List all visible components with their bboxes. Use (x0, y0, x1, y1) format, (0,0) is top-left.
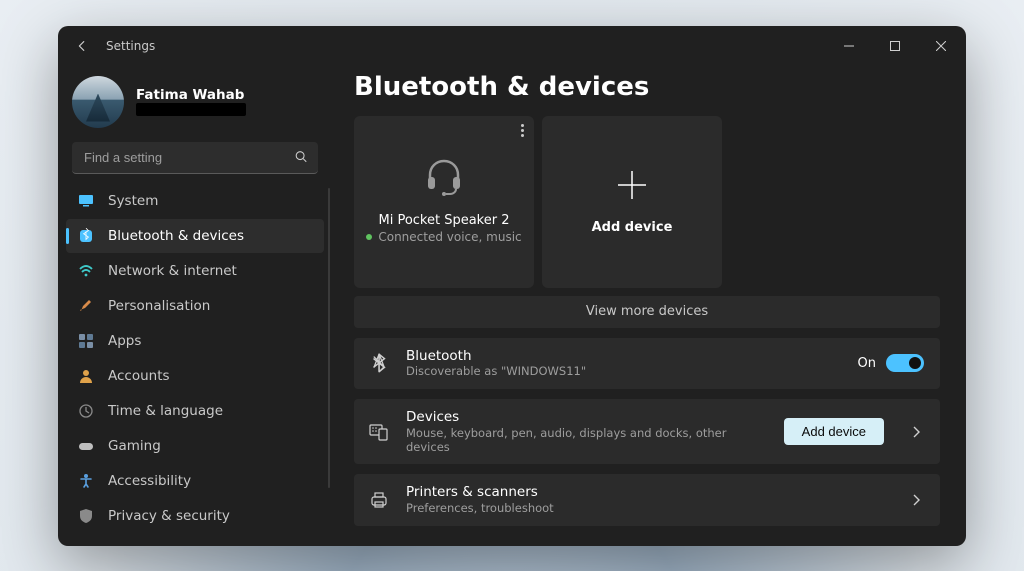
nav-label: Time & language (108, 403, 223, 419)
globe-clock-icon (78, 403, 94, 419)
search-input[interactable] (72, 142, 318, 174)
devices-row-texts: Devices Mouse, keyboard, pen, audio, dis… (406, 409, 768, 455)
device-status: Connected voice, music (366, 230, 521, 244)
bluetooth-toggle-label: On (858, 356, 876, 371)
bluetooth-toggle-row: Bluetooth Discoverable as "WINDOWS11" On (354, 338, 940, 389)
titlebar: Settings (58, 26, 966, 66)
view-more-devices-button[interactable]: View more devices (354, 296, 940, 328)
device-status-text: Connected voice, music (378, 230, 521, 244)
profile-block[interactable]: Fatima Wahab (66, 70, 324, 142)
nav-label: Personalisation (108, 298, 210, 314)
content: Fatima Wahab System Bluetooth & d (58, 66, 966, 546)
nav-item-time-language[interactable]: Time & language (66, 394, 324, 428)
bluetooth-row-texts: Bluetooth Discoverable as "WINDOWS11" (406, 348, 842, 379)
nav-label: Network & internet (108, 263, 237, 279)
maximize-button[interactable] (872, 26, 918, 66)
devices-row-title: Devices (406, 409, 768, 426)
window-title: Settings (106, 39, 155, 53)
page-title: Bluetooth & devices (354, 72, 940, 102)
apps-icon (78, 333, 94, 349)
nav-label: Privacy & security (108, 508, 230, 524)
monitor-icon (78, 193, 94, 209)
add-device-label: Add device (592, 220, 673, 235)
add-device-card[interactable]: Add device (542, 116, 722, 288)
search-icon (294, 148, 308, 167)
nav-item-accounts[interactable]: Accounts (66, 359, 324, 393)
printers-row-title: Printers & scanners (406, 484, 884, 501)
brush-icon (78, 298, 94, 314)
nav-item-personalisation[interactable]: Personalisation (66, 289, 324, 323)
chevron-right-icon (908, 424, 924, 440)
nav-list: System Bluetooth & devices Network & int… (66, 184, 324, 533)
minimize-button[interactable] (826, 26, 872, 66)
devices-row[interactable]: Devices Mouse, keyboard, pen, audio, dis… (354, 399, 940, 465)
avatar (72, 76, 124, 128)
add-device-button[interactable]: Add device (784, 418, 884, 445)
gamepad-icon (78, 438, 94, 454)
nav-item-system[interactable]: System (66, 184, 324, 218)
titlebar-left: Settings (74, 38, 155, 54)
status-dot-connected (366, 234, 372, 240)
device-name: Mi Pocket Speaker 2 (378, 213, 509, 228)
settings-window: Settings Fatima Wahab (58, 26, 966, 546)
person-icon (78, 368, 94, 384)
nav-scrollbar[interactable] (328, 188, 330, 488)
printers-row-subtitle: Preferences, troubleshoot (406, 501, 884, 515)
bluetooth-row-subtitle: Discoverable as "WINDOWS11" (406, 364, 842, 378)
bluetooth-icon (78, 228, 94, 244)
bluetooth-toggle-wrap: On (858, 354, 924, 372)
bluetooth-row-icon (368, 352, 390, 374)
accessibility-icon (78, 473, 94, 489)
profile-text: Fatima Wahab (136, 87, 246, 117)
wifi-icon (78, 263, 94, 279)
nav-label: Accounts (108, 368, 170, 384)
close-button[interactable] (918, 26, 964, 66)
bluetooth-row-title: Bluetooth (406, 348, 842, 365)
device-cards-row: Mi Pocket Speaker 2 Connected voice, mus… (354, 116, 940, 288)
devices-row-icon (368, 422, 390, 442)
window-controls (826, 26, 964, 66)
nav-label: Apps (108, 333, 141, 349)
bluetooth-toggle[interactable] (886, 354, 924, 372)
nav-item-bluetooth-devices[interactable]: Bluetooth & devices (66, 219, 324, 253)
printer-icon (368, 490, 390, 510)
nav-label: Gaming (108, 438, 161, 454)
printers-row[interactable]: Printers & scanners Preferences, trouble… (354, 474, 940, 525)
profile-name: Fatima Wahab (136, 87, 246, 104)
nav-label: Accessibility (108, 473, 191, 489)
nav-label: System (108, 193, 158, 209)
headset-icon (420, 151, 468, 203)
device-card-menu-button[interactable] (521, 124, 524, 137)
chevron-right-icon (908, 492, 924, 508)
printers-row-texts: Printers & scanners Preferences, trouble… (406, 484, 884, 515)
view-more-label: View more devices (586, 304, 708, 319)
sidebar: Fatima Wahab System Bluetooth & d (58, 66, 332, 546)
nav-item-apps[interactable]: Apps (66, 324, 324, 358)
profile-email-redacted (136, 103, 246, 116)
nav-item-gaming[interactable]: Gaming (66, 429, 324, 463)
plus-icon (615, 168, 649, 206)
nav-item-network[interactable]: Network & internet (66, 254, 324, 288)
nav-item-privacy-security[interactable]: Privacy & security (66, 499, 324, 533)
search-box (72, 142, 318, 174)
devices-row-subtitle: Mouse, keyboard, pen, audio, displays an… (406, 426, 768, 455)
nav-label: Bluetooth & devices (108, 228, 244, 244)
main-panel: Bluetooth & devices Mi Pocket Speaker 2 (332, 66, 966, 546)
back-button[interactable] (74, 38, 90, 54)
device-card[interactable]: Mi Pocket Speaker 2 Connected voice, mus… (354, 116, 534, 288)
shield-icon (78, 508, 94, 524)
nav-item-accessibility[interactable]: Accessibility (66, 464, 324, 498)
